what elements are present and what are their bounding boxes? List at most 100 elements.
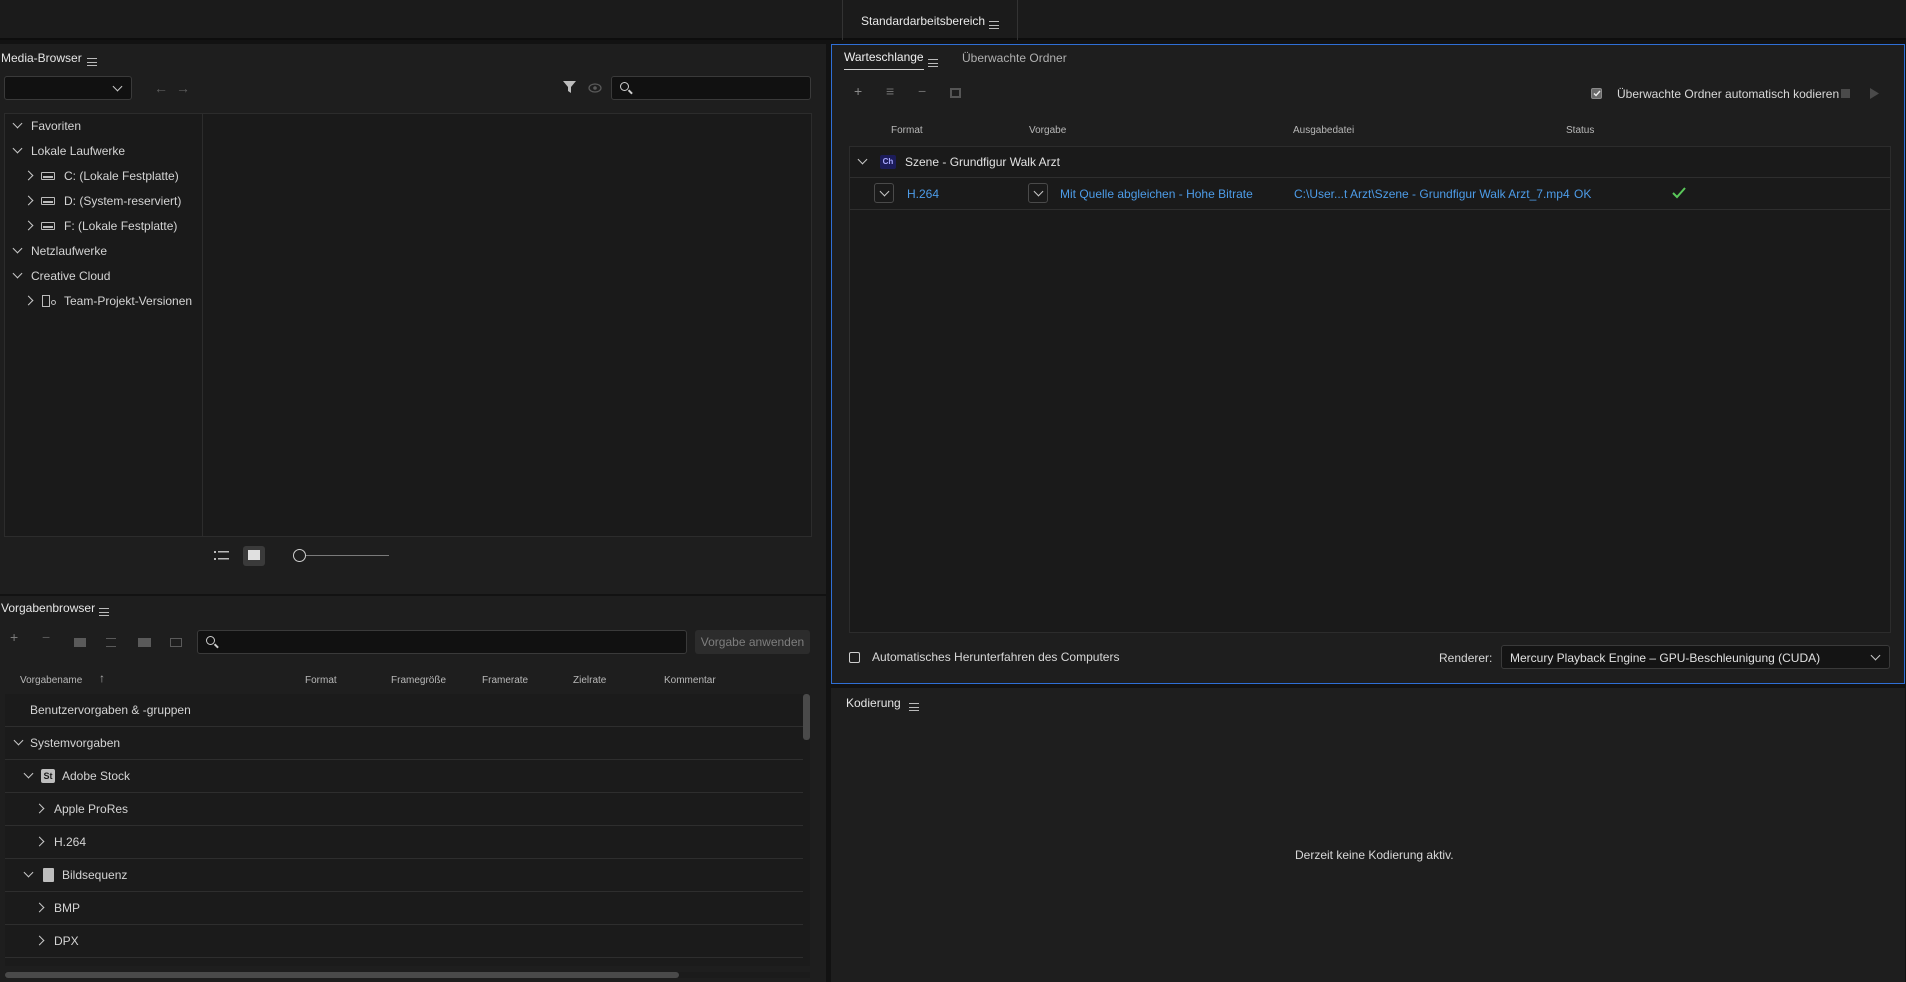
remove-icon[interactable]: − xyxy=(918,83,926,99)
settings-icon[interactable] xyxy=(106,638,116,647)
tree-item-label: Team-Projekt-Versionen xyxy=(64,294,193,308)
queue-source-row[interactable]: Ch Szene - Grundfigur Walk Arzt xyxy=(850,147,1890,178)
add-source-icon[interactable]: + xyxy=(854,83,862,99)
group-icon[interactable] xyxy=(74,638,86,647)
format-dropdown[interactable] xyxy=(874,183,894,203)
filter-icon[interactable] xyxy=(563,81,576,94)
chevron-right-icon xyxy=(23,170,34,181)
column-header-framesize[interactable]: Framegröße xyxy=(391,675,446,686)
tree-item-label: Netzlaufwerke xyxy=(31,244,108,258)
vertical-scrollbar[interactable] xyxy=(803,694,810,966)
preset-row-adobe-stock[interactable]: St Adobe Stock xyxy=(5,766,800,786)
zoom-slider-handle[interactable] xyxy=(293,549,306,562)
tree-item-label: F: (Lokale Festplatte) xyxy=(64,219,178,233)
preset-row-apple-prores[interactable]: Apple ProRes xyxy=(5,799,800,819)
column-header-format[interactable]: Format xyxy=(891,125,923,136)
column-header-status[interactable]: Status xyxy=(1566,125,1594,136)
preset-dropdown[interactable] xyxy=(1028,183,1048,203)
row-divider xyxy=(5,891,803,892)
tree-item-favoriten[interactable]: Favoriten xyxy=(5,116,203,136)
check-icon xyxy=(1593,90,1601,97)
workspace-menu-icon[interactable] xyxy=(989,20,999,29)
stop-icon[interactable] xyxy=(1841,89,1850,98)
media-browser-menu-icon[interactable] xyxy=(87,57,97,66)
preset-row-h264[interactable]: H.264 xyxy=(5,832,800,852)
queue-panel: Warteschlange Überwachte Ordner + ≡ − Üb… xyxy=(831,44,1905,684)
preset-settings-icon[interactable]: ≡ xyxy=(886,83,894,99)
column-header-targetrate[interactable]: Zielrate xyxy=(573,675,606,686)
vertical-scrollbar-thumb[interactable] xyxy=(803,694,810,740)
tree-item-team-projekt-versionen[interactable]: Team-Projekt-Versionen xyxy=(5,291,203,311)
play-icon[interactable] xyxy=(1870,88,1879,99)
format-value[interactable]: H.264 xyxy=(907,187,939,201)
preset-row-image-sequence[interactable]: Bildsequenz xyxy=(5,865,800,885)
chevron-right-icon xyxy=(34,935,45,946)
tree-item-netzlaufwerke[interactable]: Netzlaufwerke xyxy=(5,241,203,261)
row-divider xyxy=(5,726,803,727)
tree-item-drive-f[interactable]: F: (Lokale Festplatte) xyxy=(5,216,203,236)
preset-browser-menu-icon[interactable] xyxy=(99,607,109,616)
preset-row-user-presets[interactable]: Benutzervorgaben & -gruppen xyxy=(5,700,800,720)
forward-arrow-icon[interactable]: → xyxy=(176,80,190,96)
column-header-preset[interactable]: Vorgabe xyxy=(1029,125,1066,136)
auto-encode-checkbox[interactable] xyxy=(1591,88,1602,99)
queue-menu-icon[interactable] xyxy=(928,58,938,67)
column-header-comment[interactable]: Kommentar xyxy=(664,675,716,686)
preset-row-system-presets[interactable]: Systemvorgaben xyxy=(5,733,800,753)
export-icon[interactable] xyxy=(170,638,182,647)
preset-row-bmp[interactable]: BMP xyxy=(5,898,800,918)
encoding-empty-message: Derzeit keine Kodierung aktiv. xyxy=(1295,848,1454,862)
workspace-label: Standardarbeitsbereich xyxy=(861,14,986,28)
tab-warteschlange[interactable]: Warteschlange xyxy=(844,50,924,70)
preset-row-label: H.264 xyxy=(54,835,87,849)
preset-row-dpx[interactable]: DPX xyxy=(5,931,800,951)
remove-preset-icon[interactable]: − xyxy=(42,629,50,645)
chevron-down-icon xyxy=(879,186,890,197)
media-search-input[interactable] xyxy=(611,76,811,100)
shutdown-label: Automatisches Herunterfahren des Compute… xyxy=(872,650,1120,664)
column-header-output[interactable]: Ausgabedatei xyxy=(1293,125,1354,136)
back-arrow-icon[interactable]: ← xyxy=(154,80,168,96)
queue-output-row[interactable]: H.264 Mit Quelle abgleichen - Hohe Bitra… xyxy=(850,179,1890,210)
thumbnail-view-button[interactable] xyxy=(243,546,265,566)
team-project-icon xyxy=(42,295,50,307)
adobe-stock-icon: St xyxy=(41,769,55,783)
eye-icon[interactable] xyxy=(588,83,602,93)
renderer-select[interactable]: Mercury Playback Engine – GPU-Beschleuni… xyxy=(1501,645,1890,669)
encoding-menu-icon[interactable] xyxy=(909,702,919,711)
import-icon[interactable] xyxy=(138,638,151,647)
horizontal-scrollbar[interactable] xyxy=(5,972,810,978)
tree-item-label: Favoriten xyxy=(31,119,82,133)
drive-c-icon xyxy=(41,172,55,180)
output-file-value[interactable]: C:\User...t Arzt\Szene - Grundfigur Walk… xyxy=(1294,187,1570,201)
horizontal-scrollbar-thumb[interactable] xyxy=(5,972,679,978)
preset-browser-title: Vorgabenbrowser xyxy=(1,601,96,615)
row-divider xyxy=(5,825,803,826)
sort-ascending-icon[interactable]: ↑ xyxy=(99,671,105,685)
row-divider xyxy=(5,759,803,760)
duplicate-icon[interactable] xyxy=(950,88,961,98)
row-divider xyxy=(5,792,803,793)
tree-item-drive-c[interactable]: C: (Lokale Festplatte) xyxy=(5,166,203,186)
apply-preset-button[interactable]: Vorgabe anwenden xyxy=(695,630,810,654)
list-view-icon[interactable] xyxy=(214,550,229,562)
tree-item-label: Lokale Laufwerke xyxy=(31,144,126,158)
tree-item-creative-cloud[interactable]: Creative Cloud xyxy=(5,266,203,286)
tree-item-lokale-laufwerke[interactable]: Lokale Laufwerke xyxy=(5,141,203,161)
preset-search-input[interactable] xyxy=(197,630,687,654)
workspace-tab[interactable]: Standardarbeitsbereich xyxy=(842,0,1018,40)
tree-item-drive-d[interactable]: D: (System-reserviert) xyxy=(5,191,203,211)
location-dropdown[interactable] xyxy=(4,76,132,100)
media-content-area[interactable] xyxy=(203,113,812,537)
zoom-slider[interactable] xyxy=(293,549,393,563)
shutdown-checkbox[interactable] xyxy=(849,652,860,663)
tab-watched-folders[interactable]: Überwachte Ordner xyxy=(962,51,1067,65)
add-preset-icon[interactable]: + xyxy=(10,629,18,645)
preset-row-label: Benutzervorgaben & -gruppen xyxy=(30,703,191,717)
preset-value[interactable]: Mit Quelle abgleichen - Hohe Bitrate xyxy=(1060,187,1253,201)
column-header-framerate[interactable]: Framerate xyxy=(482,675,528,686)
drive-icon xyxy=(41,222,55,230)
column-header-format[interactable]: Format xyxy=(305,675,337,686)
column-header-name[interactable]: Vorgabename xyxy=(20,675,82,686)
chevron-down-icon xyxy=(1033,186,1044,197)
